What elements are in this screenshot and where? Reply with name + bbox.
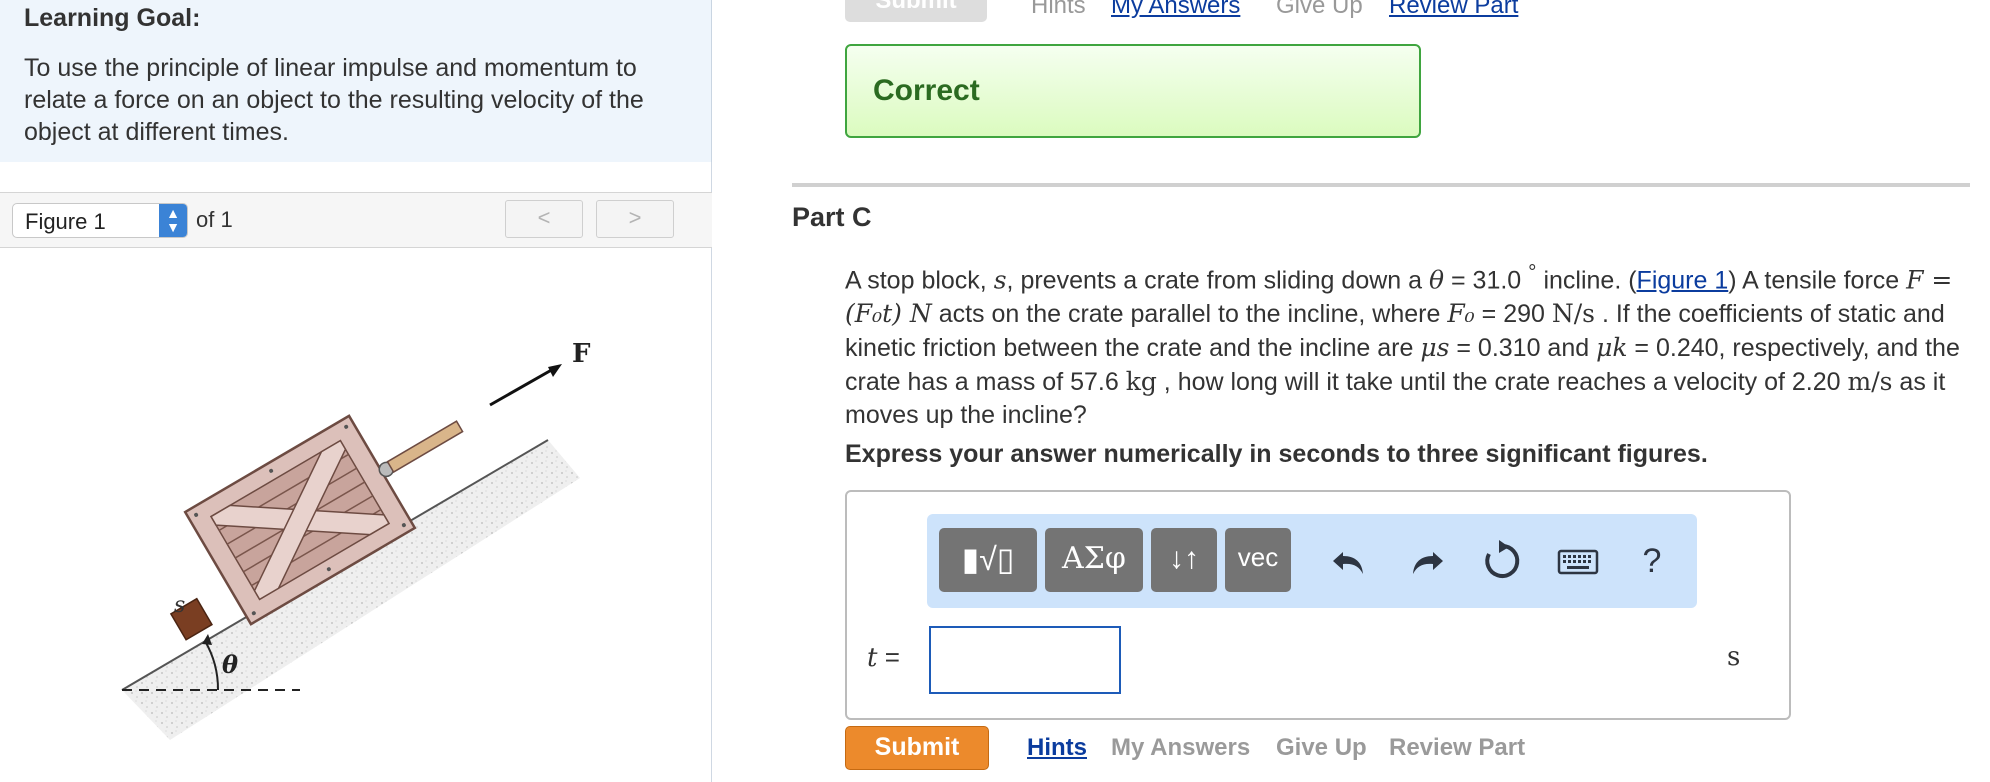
force-label: F (572, 339, 591, 369)
learning-goal-box: Learning Goal: To use the principle of l… (0, 0, 712, 162)
chevron-right-icon: > (628, 205, 642, 230)
answer-unit: s (1727, 642, 1741, 672)
answer-input[interactable] (929, 626, 1121, 694)
help-button[interactable]: ? (1629, 538, 1675, 584)
angle-label: θ (222, 650, 238, 679)
figure-toolbar: Figure 1 ▲ ▼ of 1 < > (0, 192, 712, 248)
figure-select-value: Figure 1 (25, 209, 106, 234)
learning-goal-text: To use the principle of linear impulse a… (24, 54, 644, 146)
templates-button[interactable]: ▮√▯ (939, 528, 1037, 592)
answer-instruction: Express your answer numerically in secon… (845, 440, 1708, 468)
figure-1-link[interactable]: Figure 1 (1637, 266, 1729, 294)
answer-box: ▮√▯ ΑΣφ ↓↑ vec ? t = s (845, 490, 1791, 720)
prev-give-up-link[interactable]: Give Up (1276, 0, 1363, 20)
stop-block-label: s (174, 593, 185, 618)
prev-review-part-link[interactable]: Review Part (1389, 0, 1518, 20)
feedback-text: Correct (873, 74, 980, 107)
left-panel: Learning Goal: To use the principle of l… (0, 0, 712, 782)
part-title: Part C (792, 202, 872, 232)
chevron-left-icon: < (537, 205, 551, 230)
undo-icon[interactable] (1327, 538, 1373, 584)
learning-goal-title: Learning Goal: (24, 4, 201, 32)
figure-image: θ s F (0, 250, 712, 782)
my-answers-link[interactable]: My Answers (1111, 734, 1250, 762)
submit-button[interactable]: Submit (845, 726, 989, 770)
give-up-link[interactable]: Give Up (1276, 734, 1367, 762)
vector-button[interactable]: vec (1225, 528, 1291, 592)
keyboard-icon[interactable] (1555, 538, 1601, 584)
answer-variable-label: t = (867, 642, 900, 673)
feedback-correct-box: Correct (845, 44, 1421, 138)
math-toolbar: ▮√▯ ΑΣφ ↓↑ vec ? (927, 514, 1697, 608)
incline-crate-diagram: θ s F (121, 339, 591, 740)
prev-my-answers-link[interactable]: My Answers (1111, 0, 1240, 20)
greek-symbols-button[interactable]: ΑΣφ (1045, 528, 1143, 592)
problem-statement: A stop block, s, prevents a crate from s… (845, 261, 1960, 430)
reset-icon[interactable] (1479, 538, 1525, 584)
select-arrows-icon: ▲ ▼ (159, 204, 187, 237)
prev-figure-button[interactable]: < (505, 200, 583, 238)
hints-link[interactable]: Hints (1027, 734, 1087, 762)
next-figure-button[interactable]: > (596, 200, 674, 238)
subscript-superscript-button[interactable]: ↓↑ (1151, 528, 1217, 592)
prev-submit-button[interactable]: Submit (845, 0, 987, 22)
review-part-link[interactable]: Review Part (1389, 734, 1525, 762)
part-divider (792, 183, 1970, 187)
prev-hints-link[interactable]: Hints (1031, 0, 1086, 20)
figure-count: of 1 (196, 207, 233, 232)
redo-icon[interactable] (1403, 538, 1449, 584)
figure-select[interactable]: Figure 1 ▲ ▼ (12, 203, 188, 238)
force-vector (489, 366, 556, 407)
